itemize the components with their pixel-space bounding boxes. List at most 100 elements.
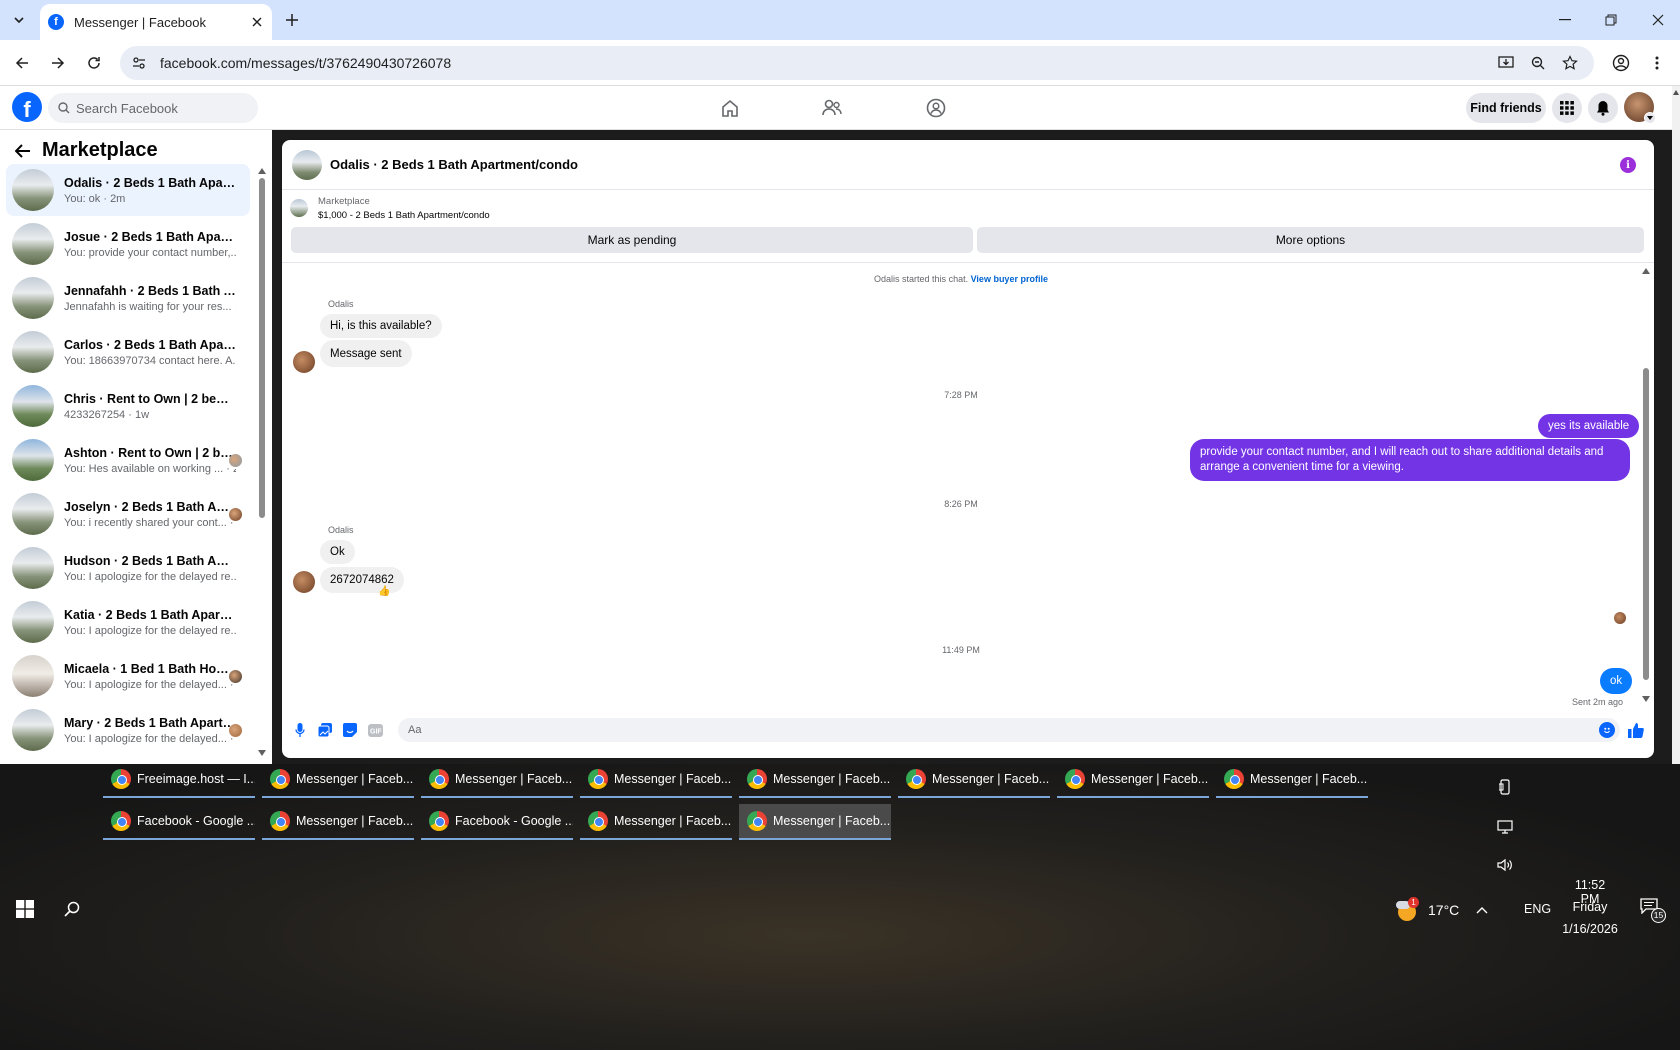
page-scrollbar[interactable] xyxy=(1672,86,1680,764)
photo-icon[interactable] xyxy=(316,721,334,739)
tab-messenger[interactable]: f Messenger | Facebook xyxy=(40,4,272,40)
conversation-item[interactable]: Odalis · 2 Beds 1 Bath Apartme... You: ok… xyxy=(6,164,250,216)
taskbar-window-button[interactable]: Messenger | Faceb... xyxy=(262,804,414,840)
browser-menu-icon[interactable] xyxy=(1647,53,1667,73)
listing-thumbnail[interactable] xyxy=(292,149,322,180)
conversation-item[interactable]: Ashton · Rent to Own | 2 bed... You: Hes … xyxy=(6,434,250,486)
notification-center-icon[interactable]: 15 xyxy=(1640,898,1666,924)
windows-search-icon[interactable] xyxy=(61,898,83,920)
temperature[interactable]: 17°C xyxy=(1428,902,1459,918)
close-tab-icon[interactable] xyxy=(252,17,262,27)
taskbar-window-button[interactable]: Messenger | Faceb... xyxy=(580,762,732,798)
facebook-logo-icon[interactable]: f xyxy=(12,92,42,122)
back-arrow-icon[interactable] xyxy=(12,140,34,162)
site-info-icon[interactable] xyxy=(132,56,146,70)
taskbar-window-button[interactable]: Messenger | Faceb... xyxy=(898,762,1050,798)
taskbar-window-button[interactable]: Messenger | Faceb... xyxy=(421,762,573,798)
language-indicator[interactable]: ENG xyxy=(1524,902,1551,916)
incoming-message[interactable]: Message sent xyxy=(320,340,412,367)
chat-title[interactable]: Odalis · 2 Beds 1 Bath Apartment/condo xyxy=(330,157,578,172)
conversation-item[interactable]: Mary · 2 Beds 1 Bath Apartm... You: I apo… xyxy=(6,704,250,756)
conversation-item[interactable]: Carlos · 2 Beds 1 Bath Apartme... You: 18… xyxy=(6,326,250,378)
taskbar-window-title: Messenger | Faceb... xyxy=(296,814,414,828)
view-buyer-profile-link[interactable]: View buyer profile xyxy=(971,274,1048,284)
taskbar-window-button[interactable]: Messenger | Faceb... xyxy=(739,804,891,840)
gif-icon[interactable]: GIF xyxy=(366,721,384,739)
tab-search-chevron-icon[interactable] xyxy=(8,10,30,30)
home-nav-icon[interactable] xyxy=(718,96,742,120)
address-bar[interactable]: facebook.com/messages/t/3762490430726078 xyxy=(120,46,1594,80)
clock-date[interactable]: 1/16/2026 xyxy=(1560,922,1620,936)
taskbar-window-button[interactable]: Freeimage.host — I... xyxy=(103,762,255,798)
outgoing-message[interactable]: yes its available xyxy=(1538,414,1640,438)
conversation-item[interactable]: Josue · 2 Beds 1 Bath Apartmen... You: pr… xyxy=(6,218,250,270)
notifications-bell-icon[interactable] xyxy=(1588,93,1618,123)
profile-icon[interactable] xyxy=(1611,53,1631,73)
windows-start-icon[interactable] xyxy=(14,898,36,920)
find-friends-button[interactable]: Find friends xyxy=(1466,93,1546,123)
conversation-item[interactable]: Hudson · 2 Beds 1 Bath Apartm... You: I a… xyxy=(6,542,250,594)
conversation-item[interactable]: Chris · Rent to Own | 2 beds an... 423326… xyxy=(6,380,250,432)
incoming-message[interactable]: Hi, is this available? xyxy=(320,314,442,338)
listing-detail[interactable]: $1,000 - 2 Beds 1 Bath Apartment/condo xyxy=(318,210,490,221)
conversation-item[interactable]: Joselyn · 2 Beds 1 Bath Apart... You: i r… xyxy=(6,488,250,540)
back-icon[interactable] xyxy=(12,53,32,73)
groups-nav-icon[interactable] xyxy=(924,96,948,120)
minimize-window-icon[interactable] xyxy=(1555,10,1575,30)
facebook-search-input[interactable]: Search Facebook xyxy=(48,93,258,123)
search-placeholder: Search Facebook xyxy=(76,100,178,116)
new-tab-icon[interactable] xyxy=(282,10,302,30)
incoming-message[interactable]: Ok xyxy=(320,540,355,564)
sender-avatar[interactable] xyxy=(293,351,315,373)
conversation-thumbnail xyxy=(12,547,54,589)
mark-as-pending-button[interactable]: Mark as pending xyxy=(291,227,973,253)
more-options-button[interactable]: More options xyxy=(977,227,1644,253)
conversation-text: Katia · 2 Beds 1 Bath Apartment... You: I… xyxy=(64,608,236,637)
forward-icon[interactable] xyxy=(48,53,68,73)
chat-scrollbar-thumb[interactable] xyxy=(1643,368,1649,680)
outgoing-message[interactable]: provide your contact number, and I will … xyxy=(1190,439,1630,481)
friends-nav-icon[interactable] xyxy=(820,96,844,120)
taskbar-window-button[interactable]: Messenger | Faceb... xyxy=(1216,762,1368,798)
taskbar-window-button[interactable]: Messenger | Faceb... xyxy=(739,762,891,798)
taskbar-window-button[interactable]: Messenger | Faceb... xyxy=(1057,762,1209,798)
chrome-icon xyxy=(588,811,608,831)
taskbar-window-button[interactable]: Facebook - Google ... xyxy=(103,804,255,840)
sender-avatar[interactable] xyxy=(293,571,315,593)
conversation-item[interactable]: Jennafahh · 2 Beds 1 Bath Apart... Jennaf… xyxy=(6,272,250,324)
conversation-item[interactable]: Katia · 2 Beds 1 Bath Apartment... You: I… xyxy=(6,596,250,648)
bookmark-star-icon[interactable] xyxy=(1560,53,1580,73)
conversation-name: Katia · 2 Beds 1 Bath Apartment... xyxy=(64,607,236,622)
close-window-icon[interactable] xyxy=(1648,10,1668,30)
sticker-icon[interactable] xyxy=(341,721,359,739)
zoom-icon[interactable] xyxy=(1528,53,1548,73)
install-app-icon[interactable] xyxy=(1496,53,1516,73)
clock-day[interactable]: Friday xyxy=(1566,900,1614,914)
tray-chevron-up-icon[interactable] xyxy=(1472,900,1492,920)
phone-link-icon[interactable] xyxy=(1496,778,1514,796)
info-icon[interactable]: i xyxy=(1620,157,1636,173)
outgoing-message[interactable]: ok xyxy=(1600,668,1633,694)
message-input[interactable]: Aa xyxy=(398,718,1620,742)
reload-icon[interactable] xyxy=(84,53,104,73)
taskbar-window-title: Messenger | Faceb... xyxy=(1091,772,1209,786)
volume-icon[interactable] xyxy=(1495,856,1515,874)
conversation-name: Ashton · Rent to Own | 2 bed... xyxy=(64,445,236,460)
taskbar-window-button[interactable]: Messenger | Faceb... xyxy=(580,804,732,840)
thumbs-up-send-icon[interactable] xyxy=(1626,720,1646,740)
restore-window-icon[interactable] xyxy=(1601,10,1621,30)
menu-grid-icon[interactable] xyxy=(1552,93,1582,123)
taskbar-window-button[interactable]: Messenger | Faceb... xyxy=(262,762,414,798)
sidebar-scrollbar-thumb[interactable] xyxy=(259,178,265,518)
emoji-icon[interactable] xyxy=(1599,722,1615,738)
thumbs-up-reaction-icon[interactable]: 👍 xyxy=(378,586,390,597)
sidebar-scrollbar[interactable] xyxy=(258,168,268,758)
incoming-message[interactable]: 2672074862 xyxy=(320,567,404,593)
taskbar-window-button[interactable]: Facebook - Google ... xyxy=(421,804,573,840)
weather-icon[interactable]: 1 xyxy=(1396,897,1419,921)
chat-scrollbar[interactable] xyxy=(1642,268,1650,704)
display-icon[interactable] xyxy=(1495,818,1515,836)
microphone-icon[interactable] xyxy=(291,721,309,739)
conversation-item[interactable]: Micaela · 1 Bed 1 Bath House ... You: I a… xyxy=(6,650,250,702)
account-chevron-icon[interactable] xyxy=(1644,112,1656,124)
